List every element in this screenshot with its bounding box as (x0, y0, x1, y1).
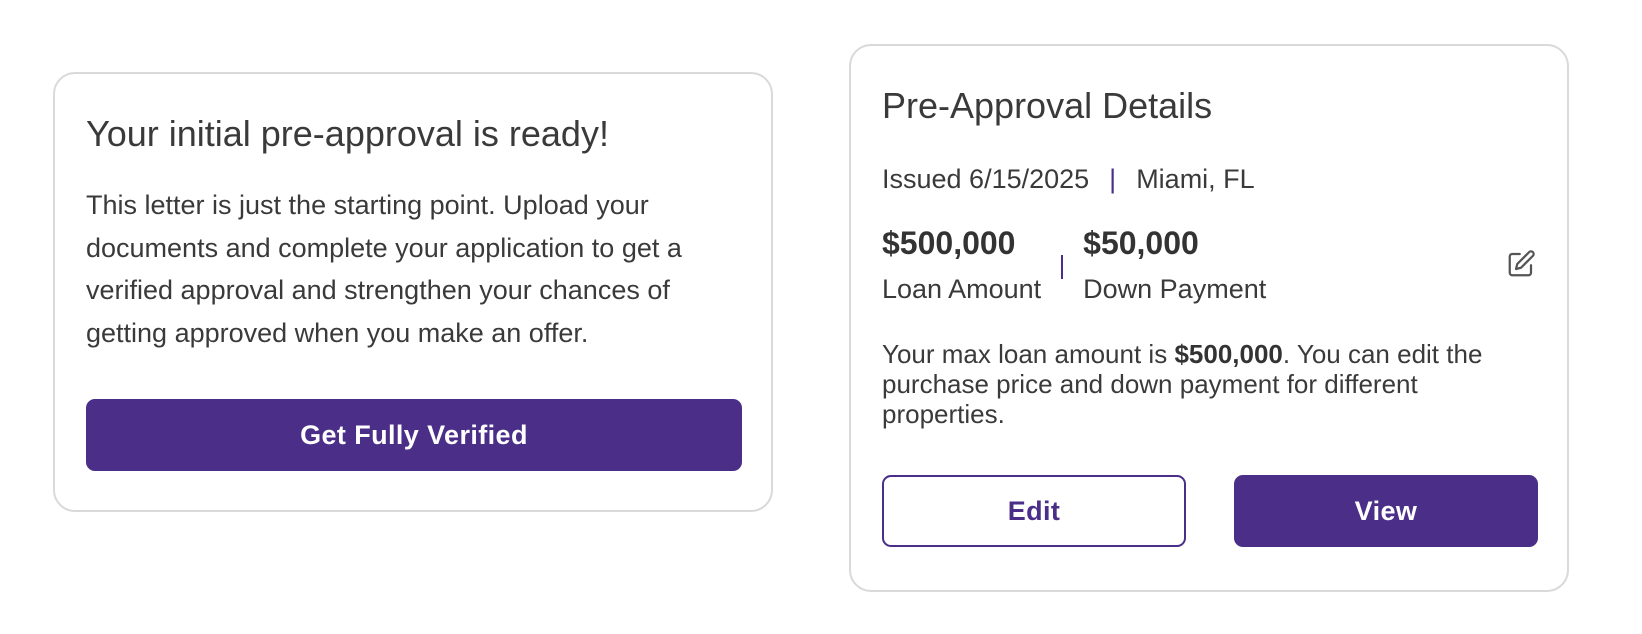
pencil-square-icon[interactable] (1506, 249, 1536, 279)
issued-location-row: Issued 6/15/2025 | Miami, FL (882, 164, 1536, 195)
pre-approval-details-title: Pre-Approval Details (882, 85, 1213, 126)
max-loan-note-prefix: Your max loan amount is (882, 339, 1175, 369)
pre-approval-ready-title: Your initial pre-approval is ready! (86, 113, 609, 154)
location: Miami, FL (1136, 164, 1255, 194)
view-button[interactable]: View (1234, 475, 1538, 547)
pre-approval-ready-description: This letter is just the starting point. … (86, 190, 682, 348)
amounts-row: $500,000 Loan Amount $50,000 Down Paymen… (882, 223, 1536, 309)
details-actions: Edit View (882, 475, 1538, 547)
edit-button[interactable]: Edit (882, 475, 1186, 547)
max-loan-amount: $500,000 (1174, 339, 1283, 369)
down-payment-value: $50,000 (1083, 225, 1199, 261)
loan-amount-label: Loan Amount (882, 274, 1042, 304)
down-payment-block: $50,000 Down Payment (1083, 223, 1266, 309)
get-fully-verified-button[interactable]: Get Fully Verified (86, 399, 742, 471)
max-loan-note: Your max loan amount is $500,000. You ca… (882, 339, 1536, 429)
meta-separator: | (1109, 164, 1117, 194)
down-payment-label: Down Payment (1083, 274, 1267, 304)
loan-amount-block: $500,000 Loan Amount (882, 223, 1041, 309)
pre-approval-ready-card: Your initial pre-approval is ready! This… (53, 72, 773, 512)
issued-date: Issued 6/15/2025 (882, 164, 1090, 194)
pre-approval-details-card: Pre-Approval Details Issued 6/15/2025 | … (849, 44, 1569, 592)
loan-amount-value: $500,000 (882, 225, 1016, 261)
amount-divider (1061, 255, 1064, 279)
